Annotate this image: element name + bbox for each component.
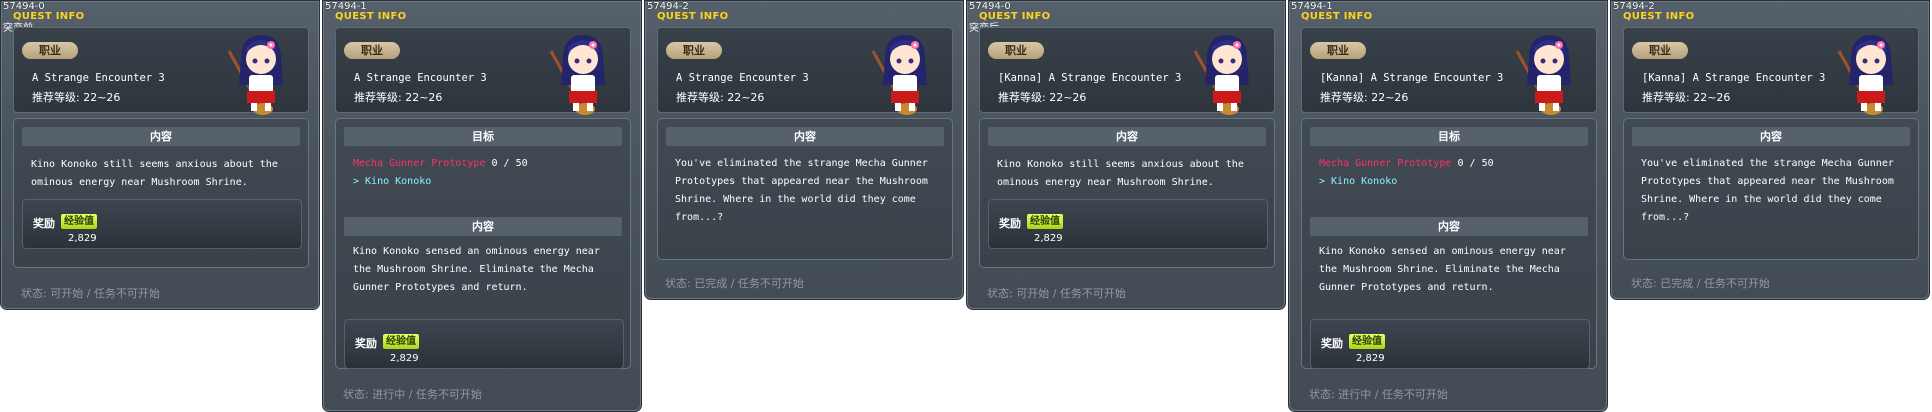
content-section-header: 内容: [1310, 217, 1588, 236]
quest-info-panel: 57494-1 QUEST INFO 职业 A Strange Encounte…: [322, 0, 642, 412]
kanna-npc-portrait-icon: [549, 35, 605, 115]
recommended-level: 推荐等级: 22~26: [998, 91, 1087, 104]
content-section-header: 内容: [988, 127, 1266, 146]
quest-body: 目标 Mecha Gunner Prototype 0 / 50 > Kino …: [1301, 118, 1597, 369]
quest-goal: Mecha Gunner Prototype 0 / 50 > Kino Kon…: [1319, 155, 1587, 191]
quest-description: Kino Konoko still seems anxious about th…: [997, 159, 1244, 188]
kanna-npc-portrait-icon: [1193, 35, 1249, 115]
quest-info-panel: 57494-0 QUEST INFO 突变后 职业 [Kanna] A Stra…: [966, 0, 1286, 310]
quest-status: 状态: 已完成 / 任务不可开始: [1631, 277, 1770, 290]
target-npc: > Kino Konoko: [1319, 176, 1398, 187]
reward-label: 奖励: [33, 217, 55, 230]
quest-body: 内容 You've eliminated the strange Mecha G…: [1623, 118, 1919, 260]
job-badge: 职业: [22, 42, 78, 59]
quest-status: 状态: 进行中 / 任务不可开始: [343, 388, 482, 401]
reward-value: 2,829: [1034, 233, 1063, 244]
content-section-header: 内容: [22, 127, 300, 146]
quest-info-header: QUEST INFO: [1301, 11, 1373, 22]
quest-description: You've eliminated the strange Mecha Gunn…: [1641, 158, 1894, 223]
recommended-level: 推荐等级: 22~26: [1642, 91, 1731, 104]
quest-info-panel: 57494-0 QUEST INFO 突变前 职业 A Strange Enco…: [0, 0, 320, 310]
quest-info-panel: 57494-2 QUEST INFO 职业 [Kanna] A Strange …: [1610, 0, 1930, 300]
quest-name: A Strange Encounter 3: [354, 72, 487, 84]
reward-box: 奖励 经验值 2,829: [988, 199, 1268, 249]
quest-status: 状态: 进行中 / 任务不可开始: [1309, 388, 1448, 401]
target-mob: Mecha Gunner Prototype: [353, 158, 486, 169]
quest-name: A Strange Encounter 3: [676, 72, 809, 84]
quest-description: Kino Konoko still seems anxious about th…: [31, 159, 278, 188]
reward-label: 奖励: [999, 217, 1021, 230]
target-count: 0 / 50: [1457, 158, 1494, 169]
target-mob: Mecha Gunner Prototype: [1319, 158, 1452, 169]
job-badge: 职业: [344, 42, 400, 59]
kanna-npc-portrait-icon: [227, 35, 283, 115]
quest-name: [Kanna] A Strange Encounter 3: [1642, 72, 1826, 84]
quest-body: 内容 You've eliminated the strange Mecha G…: [657, 118, 953, 260]
exp-badge: 经验值: [383, 334, 419, 349]
quest-info-header: QUEST INFO: [1623, 11, 1695, 22]
recommended-level: 推荐等级: 22~26: [354, 91, 443, 104]
recommended-level: 推荐等级: 22~26: [32, 91, 121, 104]
quest-info-header: QUEST INFO: [335, 11, 407, 22]
quest-goal: Mecha Gunner Prototype 0 / 50 > Kino Kon…: [353, 155, 621, 191]
quest-info-header: QUEST INFO: [657, 11, 729, 22]
target-npc: > Kino Konoko: [353, 176, 432, 187]
kanna-npc-portrait-icon: [871, 35, 927, 115]
quest-name: [Kanna] A Strange Encounter 3: [1320, 72, 1504, 84]
reward-box: 奖励 经验值 2,829: [22, 199, 302, 249]
job-badge: 职业: [1310, 42, 1366, 59]
reward-value: 2,829: [68, 233, 97, 244]
quest-name: A Strange Encounter 3: [32, 72, 165, 84]
reward-box: 奖励 经验值 2,829: [344, 319, 624, 369]
quest-description: Kino Konoko sensed an ominous energy nea…: [353, 246, 600, 293]
quest-description: Kino Konoko sensed an ominous energy nea…: [1319, 246, 1566, 293]
reward-label: 奖励: [1321, 337, 1343, 350]
reward-box: 奖励 经验值 2,829: [1310, 319, 1590, 369]
job-badge: 职业: [988, 42, 1044, 59]
quest-info-header: QUEST INFO: [979, 11, 1051, 22]
quest-info-panel: 57494-1 QUEST INFO 职业 [Kanna] A Strange …: [1288, 0, 1608, 412]
quest-description: You've eliminated the strange Mecha Gunn…: [675, 158, 928, 223]
quest-body: 内容 Kino Konoko still seems anxious about…: [13, 118, 309, 268]
quest-body: 目标 Mecha Gunner Prototype 0 / 50 > Kino …: [335, 118, 631, 369]
goal-section-header: 目标: [1310, 127, 1588, 146]
kanna-npc-portrait-icon: [1515, 35, 1571, 115]
quest-status: 状态: 可开始 / 任务不可开始: [987, 287, 1126, 300]
reward-value: 2,829: [1356, 353, 1385, 364]
exp-badge: 经验值: [1349, 334, 1385, 349]
exp-badge: 经验值: [1027, 214, 1063, 229]
quest-status: 状态: 可开始 / 任务不可开始: [21, 287, 160, 300]
reward-value: 2,829: [390, 353, 419, 364]
recommended-level: 推荐等级: 22~26: [1320, 91, 1409, 104]
recommended-level: 推荐等级: 22~26: [676, 91, 765, 104]
job-badge: 职业: [666, 42, 722, 59]
target-count: 0 / 50: [491, 158, 528, 169]
reward-label: 奖励: [355, 337, 377, 350]
job-badge: 职业: [1632, 42, 1688, 59]
exp-badge: 经验值: [61, 214, 97, 229]
goal-section-header: 目标: [344, 127, 622, 146]
content-section-header: 内容: [666, 127, 944, 146]
quest-body: 内容 Kino Konoko still seems anxious about…: [979, 118, 1275, 268]
quest-info-panel: 57494-2 QUEST INFO 职业 A Strange Encounte…: [644, 0, 964, 300]
quest-info-header: QUEST INFO: [13, 11, 85, 22]
quest-name: [Kanna] A Strange Encounter 3: [998, 72, 1182, 84]
kanna-npc-portrait-icon: [1837, 35, 1893, 115]
content-section-header: 内容: [344, 217, 622, 236]
quest-status: 状态: 已完成 / 任务不可开始: [665, 277, 804, 290]
content-section-header: 内容: [1632, 127, 1910, 146]
